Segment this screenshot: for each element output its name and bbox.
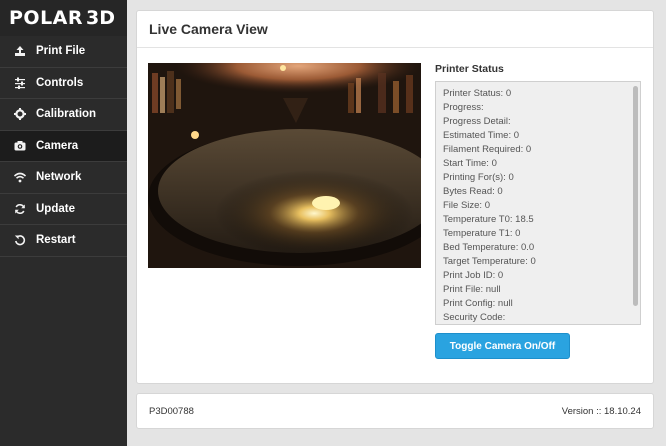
toggle-camera-button[interactable]: Toggle Camera On/Off [435, 333, 570, 359]
camera-feed [148, 63, 421, 268]
sidebar-item-calibration[interactable]: Calibration [0, 99, 127, 131]
status-line: Start Time: 0 [443, 158, 497, 169]
status-line: File Size: 0 [443, 200, 490, 211]
status-line: Print Config: null [443, 298, 513, 309]
status-line: Bytes Read: 0 [443, 186, 503, 197]
sidebar-item-label: Network [36, 171, 82, 184]
sidebar-item-label: Controls [36, 76, 84, 89]
sidebar-item-restart[interactable]: Restart [0, 225, 127, 257]
camera-image [148, 63, 421, 268]
sidebar-item-print-file[interactable]: Print File [0, 36, 127, 68]
scrollbar[interactable] [633, 86, 638, 306]
restart-icon [12, 234, 28, 246]
sliders-icon [12, 77, 28, 89]
printer-status-textarea[interactable]: Printer Status: 0 Progress: Progress Det… [435, 81, 641, 325]
status-line: Estimated Time: 0 [443, 130, 520, 141]
status-line: Printing For(s): 0 [443, 172, 514, 183]
upload-icon [12, 45, 28, 57]
sidebar-item-label: Restart [36, 234, 76, 247]
sidebar-item-network[interactable]: Network [0, 162, 127, 194]
refresh-icon [12, 203, 28, 215]
status-line: Print File: null [443, 284, 501, 295]
status-line: Temperature T0: 18.5 [443, 214, 534, 225]
brand-name: POLAR [9, 7, 84, 29]
version-label: Version :: 18.10.24 [561, 405, 641, 417]
main-panel: Live Camera View Printer Status Printer … [136, 10, 654, 384]
camera-icon [12, 140, 28, 151]
status-line: Printer Status: 0 [443, 88, 512, 99]
sidebar: POLAR 3D Print File Controls Calibration… [0, 0, 127, 446]
page-title: Live Camera View [149, 21, 268, 37]
sidebar-item-update[interactable]: Update [0, 194, 127, 225]
sidebar-item-label: Calibration [36, 108, 97, 121]
footer: P3D00788 Version :: 18.10.24 [136, 393, 654, 429]
sidebar-item-camera[interactable]: Camera [0, 130, 127, 162]
status-line: Security Code: [443, 312, 506, 323]
status-line: Print Job ID: 0 [443, 270, 504, 281]
wifi-icon [12, 172, 28, 183]
sidebar-item-label: Update [36, 202, 75, 215]
status-line: Progress: [443, 102, 484, 113]
status-line: Filament Required: 0 [443, 144, 532, 155]
status-line: Temperature T1: 0 [443, 228, 521, 239]
brand-suffix: 3D [86, 7, 116, 29]
status-line: Progress Detail: [443, 116, 511, 127]
device-serial: P3D00788 [149, 405, 194, 417]
status-title: Printer Status [435, 63, 504, 75]
status-line: Bed Temperature: 0.0 [443, 242, 535, 253]
brand-logo[interactable]: POLAR 3D [0, 0, 127, 36]
sidebar-item-label: Camera [36, 139, 79, 152]
gear-icon [12, 108, 28, 121]
panel-header: Live Camera View [137, 11, 653, 48]
status-line: Target Temperature: 0 [443, 256, 536, 267]
sidebar-item-controls[interactable]: Controls [0, 68, 127, 99]
sidebar-item-label: Print File [36, 45, 86, 58]
